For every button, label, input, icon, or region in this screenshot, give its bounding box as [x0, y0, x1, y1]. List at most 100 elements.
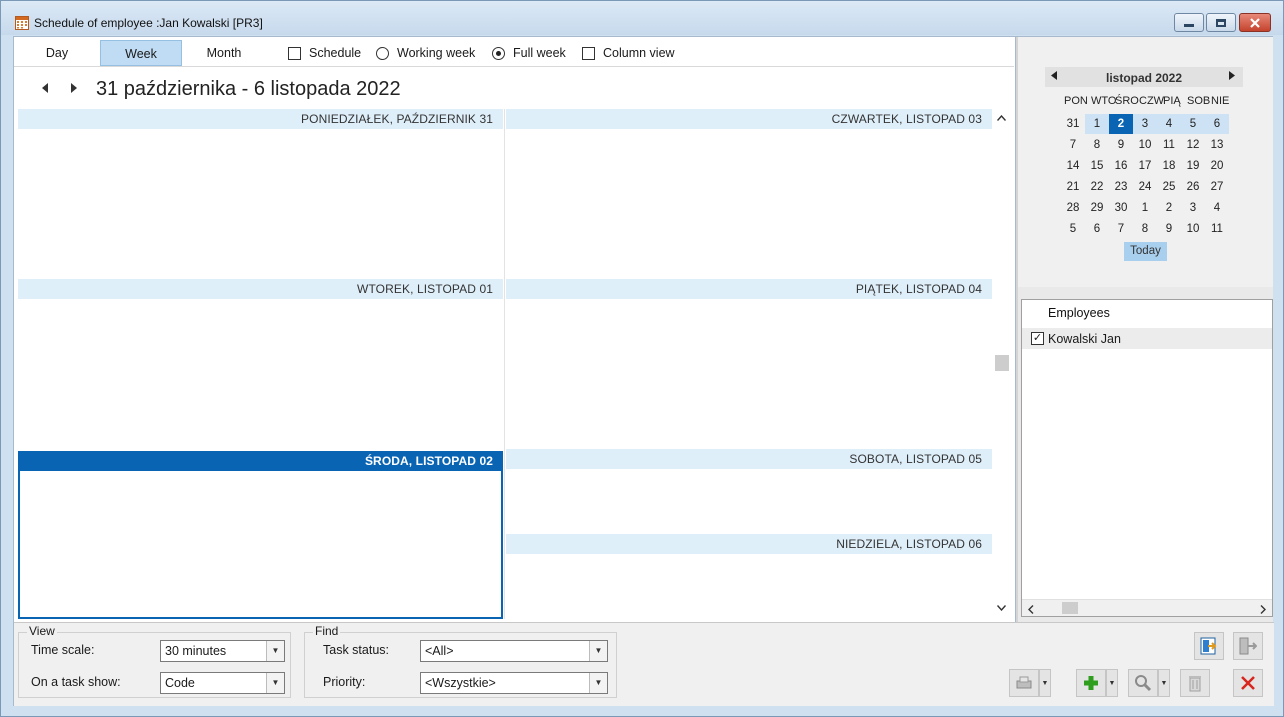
- calendar-day[interactable]: 3: [1181, 198, 1205, 218]
- today-button[interactable]: Today: [1124, 242, 1167, 261]
- calendar-grid-icon: [15, 16, 29, 30]
- calendar-weekday-label: WTO: [1091, 95, 1117, 107]
- calendar-day[interactable]: 11: [1157, 135, 1181, 155]
- task-show-value: Code: [165, 676, 195, 690]
- calendar-day[interactable]: 21: [1061, 177, 1085, 197]
- next-week-button[interactable]: [70, 83, 77, 96]
- calendar-day[interactable]: 1: [1085, 114, 1109, 134]
- calendar-day[interactable]: 5: [1061, 219, 1085, 239]
- calendar-day[interactable]: 11: [1205, 219, 1229, 239]
- chevron-down-icon[interactable]: ▼: [589, 673, 607, 693]
- calendar-day[interactable]: 3: [1133, 114, 1157, 134]
- calendar-month-title: listopad 2022: [1105, 71, 1183, 85]
- calendar-day[interactable]: 8: [1085, 135, 1109, 155]
- task-show-select[interactable]: Code ▼: [160, 672, 285, 694]
- calendar-day[interactable]: 1: [1133, 198, 1157, 218]
- bottom-panel: View Time scale: 30 minutes ▼ On a task …: [14, 622, 1274, 706]
- calendar-day[interactable]: 27: [1205, 177, 1229, 197]
- schedule-checkbox[interactable]: Schedule: [288, 46, 361, 60]
- day-tuesday[interactable]: WTOREK, LISTOPAD 01: [18, 279, 503, 447]
- maximize-button[interactable]: [1206, 13, 1236, 32]
- exit-button[interactable]: [1233, 632, 1263, 660]
- previous-week-button[interactable]: [42, 83, 49, 96]
- working-week-radio[interactable]: Working week: [376, 46, 475, 60]
- export-button[interactable]: [1194, 632, 1224, 660]
- preview-button[interactable]: [1128, 669, 1158, 697]
- calendar-day[interactable]: 10: [1133, 135, 1157, 155]
- full-week-radio[interactable]: Full week: [492, 46, 566, 60]
- chevron-down-icon[interactable]: ▼: [266, 641, 284, 661]
- add-dropdown[interactable]: ▼: [1106, 669, 1118, 697]
- tab-month[interactable]: Month: [183, 40, 265, 66]
- calendar-day[interactable]: 20: [1205, 156, 1229, 176]
- calendar-day[interactable]: 4: [1205, 198, 1229, 218]
- calendar-day[interactable]: 31: [1061, 114, 1085, 134]
- calendar-day[interactable]: 26: [1181, 177, 1205, 197]
- calendar-day[interactable]: 7: [1109, 219, 1133, 239]
- add-button[interactable]: [1076, 669, 1106, 697]
- calendar-day[interactable]: 17: [1133, 156, 1157, 176]
- calendar-day[interactable]: 8: [1133, 219, 1157, 239]
- calendar-day[interactable]: 6: [1205, 114, 1229, 134]
- day-friday[interactable]: PIĄTEK, LISTOPAD 04: [506, 279, 992, 447]
- calendar-day[interactable]: 23: [1109, 177, 1133, 197]
- day-wednesday[interactable]: ŚRODA, LISTOPAD 02: [18, 451, 503, 619]
- calendar-weekday-label: PON: [1064, 95, 1088, 107]
- column-view-checkbox[interactable]: Column view: [582, 46, 675, 60]
- time-scale-select[interactable]: 30 minutes ▼: [160, 640, 285, 662]
- calendar-next-month[interactable]: [1229, 71, 1235, 83]
- calendar-day[interactable]: 18: [1157, 156, 1181, 176]
- employees-horizontal-scrollbar[interactable]: [1022, 599, 1272, 616]
- calendar-day[interactable]: 28: [1061, 198, 1085, 218]
- calendar-day[interactable]: 16: [1109, 156, 1133, 176]
- calendar-day[interactable]: 10: [1181, 219, 1205, 239]
- print-button[interactable]: [1009, 669, 1039, 697]
- close-icon: [1241, 676, 1255, 690]
- calendar-day[interactable]: 6: [1085, 219, 1109, 239]
- day-thursday[interactable]: CZWARTEK, LISTOPAD 03: [506, 109, 992, 277]
- chevron-down-icon[interactable]: ▼: [266, 673, 284, 693]
- day-monday[interactable]: PONIEDZIAŁEK, PAŹDZIERNIK 31: [18, 109, 503, 277]
- close-window-button[interactable]: [1239, 13, 1271, 32]
- calendar-day[interactable]: 5: [1181, 114, 1205, 134]
- preview-dropdown[interactable]: ▼: [1158, 669, 1170, 697]
- tab-day[interactable]: Day: [16, 40, 98, 66]
- calendar-day[interactable]: 4: [1157, 114, 1181, 134]
- chevron-right-icon[interactable]: [1260, 603, 1266, 617]
- chevron-down-icon[interactable]: [996, 603, 1007, 614]
- calendar-day[interactable]: 30: [1109, 198, 1133, 218]
- calendar-day[interactable]: 9: [1157, 219, 1181, 239]
- calendar-weekday-label: PIĄ: [1163, 95, 1181, 107]
- priority-select[interactable]: <Wszystkie> ▼: [420, 672, 608, 694]
- calendar-day[interactable]: 9: [1109, 135, 1133, 155]
- calendar-day[interactable]: 12: [1181, 135, 1205, 155]
- week-vertical-scrollbar[interactable]: [993, 109, 1011, 619]
- calendar-day[interactable]: 2: [1109, 114, 1133, 134]
- calendar-day[interactable]: 22: [1085, 177, 1109, 197]
- calendar-day[interactable]: 14: [1061, 156, 1085, 176]
- tab-week[interactable]: Week: [100, 40, 182, 66]
- task-status-select[interactable]: <All> ▼: [420, 640, 608, 662]
- chevron-left-icon[interactable]: [1028, 603, 1034, 617]
- calendar-day[interactable]: 25: [1157, 177, 1181, 197]
- employee-row[interactable]: ✓ Kowalski Jan: [1022, 328, 1272, 349]
- scrollbar-thumb[interactable]: [1062, 602, 1078, 614]
- print-dropdown[interactable]: ▼: [1039, 669, 1051, 697]
- calendar-day[interactable]: 24: [1133, 177, 1157, 197]
- chevron-up-icon[interactable]: [996, 113, 1007, 124]
- calendar-day[interactable]: 29: [1085, 198, 1109, 218]
- cancel-button[interactable]: [1233, 669, 1263, 697]
- employee-checkbox[interactable]: ✓: [1031, 332, 1044, 345]
- calendar-day[interactable]: 15: [1085, 156, 1109, 176]
- calendar-day[interactable]: 2: [1157, 198, 1181, 218]
- calendar-day[interactable]: 19: [1181, 156, 1205, 176]
- calendar-day[interactable]: 7: [1061, 135, 1085, 155]
- column-divider: [504, 109, 505, 619]
- minimize-button[interactable]: [1174, 13, 1204, 32]
- scrollbar-thumb[interactable]: [995, 355, 1009, 371]
- day-sunday[interactable]: NIEDZIELA, LISTOPAD 06: [506, 534, 992, 619]
- chevron-down-icon[interactable]: ▼: [589, 641, 607, 661]
- day-saturday[interactable]: SOBOTA, LISTOPAD 05: [506, 449, 992, 533]
- delete-button[interactable]: [1180, 669, 1210, 697]
- calendar-day[interactable]: 13: [1205, 135, 1229, 155]
